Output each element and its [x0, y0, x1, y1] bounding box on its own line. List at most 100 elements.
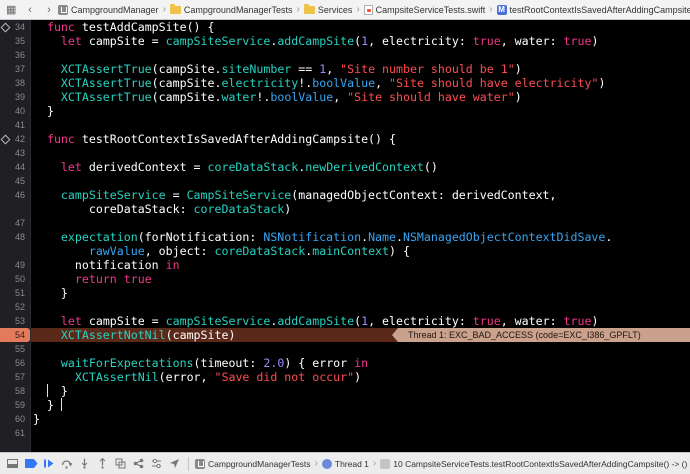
exception-banner[interactable]: Thread 1: EXC_BAD_ACCESS (code=EXC_I386_… — [392, 328, 690, 342]
code-text: expectation(forNotification: NSNotificat… — [33, 230, 612, 244]
code-line[interactable]: } — [0, 286, 690, 300]
code-token: siteNumber — [221, 62, 292, 76]
code-line[interactable]: XCTAssertNil(error, "Save did not occur"… — [0, 370, 690, 384]
code-token: ) — [598, 76, 606, 90]
code-token: let — [60, 160, 82, 174]
view-debugger-icon[interactable] — [115, 458, 126, 469]
code-token: campSiteService — [165, 314, 271, 328]
step-out-icon[interactable] — [97, 457, 108, 469]
code-token: "Save did not occur" — [214, 370, 355, 384]
breadcrumb-item[interactable]: CampsiteServiceTests.swift — [363, 4, 485, 15]
jump-bar: ▦ ‹ › CampgroundManager › CampgroundManage… — [0, 0, 690, 20]
code-token: } — [33, 398, 54, 412]
text-caret — [47, 384, 48, 397]
code-token: } — [33, 104, 54, 118]
code-token: let — [60, 314, 82, 328]
code-line[interactable]: let derivedContext = coreDataStack.newDe… — [0, 160, 690, 174]
breadcrumb-item[interactable]: CampgroundManager — [58, 4, 159, 15]
code-line[interactable]: } — [0, 384, 690, 398]
code-line[interactable]: notification in — [0, 258, 690, 272]
code-text: XCTAssertNil(error, "Save did not occur"… — [33, 370, 361, 384]
debug-target[interactable]: CampgroundManagerTests — [195, 458, 311, 469]
breadcrumb-item[interactable]: Services — [303, 4, 353, 15]
code-line[interactable]: expectation(forNotification: NSNotificat… — [0, 230, 690, 244]
environment-overrides-icon[interactable] — [151, 458, 162, 469]
code-token: in — [165, 258, 180, 272]
code-line[interactable]: let campSite = campSiteService.addCampSi… — [0, 34, 690, 48]
simulate-location-icon[interactable] — [169, 458, 180, 469]
code-line[interactable] — [0, 146, 690, 160]
code-line[interactable]: return true — [0, 272, 690, 286]
code-token: , — [333, 90, 348, 104]
code-text: XCTAssertNotNil(campSite) — [33, 328, 236, 342]
code-line[interactable]: campSiteService = CampSiteService(manage… — [0, 188, 690, 202]
code-token: (campSite) — [165, 328, 236, 342]
folder-icon — [303, 4, 315, 14]
code-text: coreDataStack: coreDataStack) — [33, 202, 291, 216]
code-token: (campSite. — [151, 62, 222, 76]
code-token: ) — [354, 370, 362, 384]
code-line[interactable]: waitForExpectations(timeout: 2.0) { erro… — [0, 356, 690, 370]
code-line[interactable]: coreDataStack: coreDataStack) — [0, 202, 690, 216]
code-line[interactable]: XCTAssertTrue(campSite.water!.boolValue,… — [0, 90, 690, 104]
memory-graph-icon[interactable] — [133, 458, 144, 469]
code-line[interactable] — [0, 118, 690, 132]
debug-frame[interactable]: 10 CampsiteServiceTests.testRootContextI… — [380, 458, 688, 469]
code-line[interactable] — [0, 216, 690, 230]
code-token: XCTAssertNotNil — [60, 328, 166, 342]
breakpoints-toggle-icon[interactable] — [25, 458, 38, 469]
code-line[interactable] — [0, 342, 690, 356]
chevron-right-icon: › — [372, 458, 377, 469]
code-line[interactable]: rawValue, object: coreDataStack.mainCont… — [0, 244, 690, 258]
code-token: ) — [514, 90, 522, 104]
forward-chevron-icon[interactable]: › — [44, 4, 54, 16]
continue-icon[interactable] — [43, 458, 54, 469]
hide-debug-area-icon[interactable] — [7, 458, 18, 469]
back-chevron-icon[interactable]: ‹ — [25, 4, 35, 16]
related-items-icon[interactable]: ▦ — [6, 3, 16, 16]
code-token: . — [361, 230, 369, 244]
code-token: notification — [33, 258, 166, 272]
code-token: CampSiteService — [186, 188, 292, 202]
code-line[interactable] — [0, 48, 690, 62]
code-token: coreDataStack — [207, 160, 299, 174]
code-text: } — [33, 384, 68, 398]
code-line[interactable]: XCTAssertTrue(campSite.electricity!.bool… — [0, 76, 690, 90]
debug-frame-label: 10 CampsiteServiceTests.testRootContextI… — [393, 458, 688, 469]
step-over-icon[interactable] — [61, 458, 73, 469]
code-line[interactable] — [0, 300, 690, 314]
code-token: ) { error — [284, 356, 355, 370]
code-token: Name — [368, 230, 396, 244]
code-token: true — [472, 34, 501, 48]
code-line[interactable] — [0, 174, 690, 188]
code-line[interactable]: } — [0, 104, 690, 118]
breadcrumb-label: Services — [317, 4, 353, 15]
code-text: func testAddCampSite() { — [33, 20, 215, 34]
code-token: !. — [256, 90, 271, 104]
breadcrumb-label: testRootContextIsSavedAfterAddingCampsit… — [509, 4, 690, 15]
code-token: "Site should have electricity" — [389, 76, 599, 90]
code-token: let — [60, 34, 82, 48]
text-caret — [61, 398, 62, 411]
debug-thread[interactable]: Thread 1 — [321, 458, 369, 469]
code-line[interactable]: } — [0, 398, 690, 412]
code-line[interactable]: XCTAssertTrue(campSite.siteNumber == 1, … — [0, 62, 690, 76]
code-token: , water: — [500, 34, 564, 48]
code-line[interactable]: func testAddCampSite() { — [0, 20, 690, 34]
code-line[interactable] — [0, 426, 690, 440]
code-line[interactable]: func testRootContextIsSavedAfterAddingCa… — [0, 132, 690, 146]
debug-target-label: CampgroundManagerTests — [208, 458, 311, 469]
code-token: campSite = — [81, 314, 166, 328]
breadcrumb-item[interactable]: CampgroundManagerTests — [169, 4, 292, 15]
breadcrumb-item[interactable]: MtestRootContextIsSavedAfterAddingCampsi… — [496, 4, 690, 15]
source-editor[interactable]: 34 35 36 37 38 39 40 41 42 43 44 45 46 47 48 49 50 51 52 53… — [0, 20, 690, 452]
step-into-icon[interactable] — [79, 458, 90, 469]
code-line[interactable]: } — [0, 412, 690, 426]
code-line[interactable]: let campSite = campSiteService.addCampSi… — [0, 314, 690, 328]
code-token: true — [563, 314, 592, 328]
swift-file-icon — [363, 4, 373, 15]
code-token: in — [354, 356, 369, 370]
